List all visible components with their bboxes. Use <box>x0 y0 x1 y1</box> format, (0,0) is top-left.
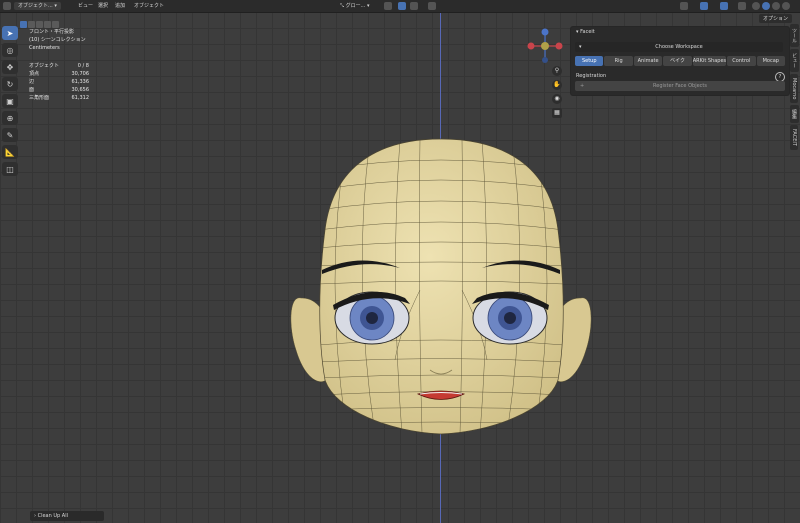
editor-type-icon[interactable] <box>3 2 11 10</box>
rotate-tool-icon[interactable]: ↻ <box>2 77 18 91</box>
select-tool-icon[interactable]: ➤ <box>2 26 18 40</box>
head-surface <box>319 138 564 435</box>
select-extend-icon[interactable] <box>28 21 35 28</box>
stat-row: 三角形面 61,312 <box>29 95 89 101</box>
overlay-icon[interactable] <box>720 2 728 10</box>
zoom-icon[interactable]: ⚲ <box>552 66 562 76</box>
panel-title: Faceit <box>580 29 595 35</box>
menu-object[interactable]: オブジェクト <box>134 2 164 10</box>
collection-name: (10) シーンコレクション <box>29 37 86 43</box>
shading-wire-icon[interactable] <box>752 2 760 10</box>
shading-material-icon[interactable] <box>772 2 780 10</box>
menu-select[interactable]: 選択 <box>98 2 108 10</box>
last-operator-label: Clean Up All <box>37 513 68 519</box>
choose-workspace-dropdown[interactable]: ▾ Choose Workspace <box>575 42 783 52</box>
visibility-icon[interactable] <box>680 2 688 10</box>
cursor-tool-icon[interactable]: ◎ <box>2 43 18 57</box>
menu-add[interactable]: 追加 <box>115 2 125 10</box>
register-button-label: Register Face Objects <box>653 83 707 89</box>
tool-shelf: ➤ ◎ ✥ ↻ ▣ ⊕ ✎ 📐 ◫ <box>2 26 20 179</box>
transform-tool-icon[interactable]: ⊕ <box>2 111 18 125</box>
viewport-info: フロント・平行投影 (10) シーンコレクション Centimeters <box>29 28 86 52</box>
measure-tool-icon[interactable]: 📐 <box>2 145 18 159</box>
tab-mocap[interactable]: Mocap <box>756 56 785 66</box>
plus-icon: + <box>580 83 585 89</box>
select-subtract-icon[interactable] <box>36 21 43 28</box>
falloff-icon[interactable] <box>428 2 436 10</box>
scale-tool-icon[interactable]: ▣ <box>2 94 18 108</box>
pivot-icon[interactable] <box>384 2 392 10</box>
tab-bake[interactable]: ベイク <box>663 56 692 66</box>
proportional-icon[interactable] <box>410 2 418 10</box>
scene-statistics: オブジェクト 0 / 8 頂点 30,706 辺 61,336 面 30,656 三角形… <box>29 62 89 102</box>
stat-row: 面 30,656 <box>29 87 89 93</box>
orientation-dropdown[interactable]: ⤡ グロー... ▾ <box>340 2 369 10</box>
tab-faceit[interactable]: FACEIT <box>790 125 798 151</box>
tab-tool[interactable]: ツール <box>790 24 799 47</box>
tab-control[interactable]: Control <box>727 56 756 66</box>
shading-solid-icon[interactable] <box>762 2 770 10</box>
mode-dropdown[interactable]: オブジェクト... ▾ <box>14 2 61 10</box>
tab-mocarno[interactable]: Mocarno <box>790 74 798 104</box>
panel-header[interactable]: ▾ Faceit <box>576 29 595 35</box>
camera-icon[interactable]: ◉ <box>552 94 562 104</box>
sidebar-tabs: ツール ビュー Mocarno 編集 FACEIT <box>790 24 800 152</box>
choose-workspace-label: Choose Workspace <box>655 44 703 50</box>
shading-rendered-icon[interactable] <box>782 2 790 10</box>
pan-hand-icon[interactable]: ✋ <box>552 80 562 90</box>
register-face-objects-button[interactable]: + Register Face Objects <box>575 81 785 91</box>
navigation-gizmo[interactable]: ⚲ ✋ ◉ ▦ <box>520 26 576 146</box>
annotate-tool-icon[interactable]: ✎ <box>2 128 18 142</box>
perspective-grid-icon[interactable]: ▦ <box>552 108 562 118</box>
add-cube-tool-icon[interactable]: ◫ <box>2 162 18 176</box>
faceit-panel: ▾ Faceit ▾ Choose Workspace Setup Rig Ani… <box>570 26 790 96</box>
last-operator-panel[interactable]: › Clean Up All <box>30 511 104 521</box>
gizmo-icon[interactable] <box>700 2 708 10</box>
stat-row: 頂点 30,706 <box>29 71 89 77</box>
select-new-icon[interactable] <box>20 21 27 28</box>
tab-edit[interactable]: 編集 <box>790 105 799 124</box>
menu-view[interactable]: ビュー <box>78 2 93 10</box>
options-button[interactable]: オプション <box>758 14 792 23</box>
stat-row: 辺 61,336 <box>29 79 89 85</box>
collapse-arrow-icon[interactable]: ▾ <box>576 29 579 35</box>
orientation-label: グロー... <box>345 3 366 9</box>
tab-arkit-shapes[interactable]: ARKit Shapes <box>692 56 727 66</box>
view-name: フロント・平行投影 <box>29 29 75 35</box>
axis-gizmo[interactable] <box>520 26 576 66</box>
move-tool-icon[interactable]: ✥ <box>2 60 18 74</box>
select-invert-icon[interactable] <box>44 21 51 28</box>
tab-view[interactable]: ビュー <box>790 49 799 72</box>
mode-label: オブジェクト... <box>18 3 53 9</box>
snap-icon[interactable] <box>398 2 406 10</box>
registration-label: Registration <box>576 73 607 79</box>
dropdown-arrow-icon: ▾ <box>579 44 582 50</box>
stat-row: オブジェクト 0 / 8 <box>29 63 89 69</box>
tab-animate[interactable]: Animate <box>633 56 663 66</box>
units-label: Centimeters <box>29 45 60 51</box>
expand-arrow-icon: › <box>34 513 36 519</box>
select-intersect-icon[interactable] <box>52 21 59 28</box>
workspace-tabs: Setup Rig Animate ベイク ARKit Shapes Contr… <box>575 56 785 66</box>
tab-setup[interactable]: Setup <box>575 56 604 66</box>
xray-icon[interactable] <box>738 2 746 10</box>
tab-rig[interactable]: Rig <box>604 56 633 66</box>
viewport-header: オブジェクト... ▾ ビュー 選択 追加 オブジェクト ⤡ グロー... ▾ <box>0 0 800 13</box>
